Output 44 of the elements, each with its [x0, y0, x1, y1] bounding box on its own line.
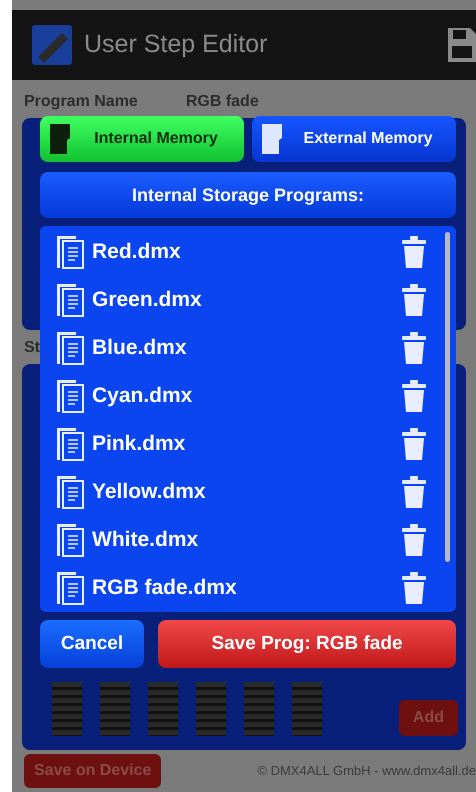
file-icon	[56, 331, 84, 365]
trash-icon[interactable]	[402, 380, 426, 412]
trash-icon[interactable]	[402, 284, 426, 316]
screen-title: User Step Editor	[84, 29, 268, 60]
file-icon	[56, 427, 84, 461]
trash-icon[interactable]	[402, 524, 426, 556]
file-name[interactable]: Cyan.dmx	[92, 380, 402, 412]
file-icon	[56, 235, 84, 269]
file-name[interactable]: RGB fade.dmx	[92, 572, 402, 604]
file-icon	[56, 571, 84, 605]
section-label: St	[24, 339, 40, 356]
trash-icon[interactable]	[402, 332, 426, 364]
trash-icon[interactable]	[402, 236, 426, 268]
fader-drawing	[52, 682, 82, 736]
save-button[interactable]: Save Prog: RGB fade	[158, 620, 456, 668]
fader-drawing	[244, 682, 274, 736]
file-icon	[56, 379, 84, 413]
file-name[interactable]: Green.dmx	[92, 284, 402, 316]
footer-text: © DMX4ALL GmbH - www.dmx4all.de	[257, 762, 476, 780]
file-icon	[56, 475, 84, 509]
field-label: Program Name	[24, 92, 138, 112]
trash-icon[interactable]	[402, 572, 426, 604]
fader-drawing	[148, 682, 178, 736]
fader-drawing	[292, 682, 322, 736]
file-name[interactable]: White.dmx	[92, 524, 402, 556]
trash-icon[interactable]	[402, 428, 426, 460]
file-name[interactable]: Yellow.dmx	[92, 476, 402, 508]
save-icon[interactable]	[448, 28, 476, 62]
file-name[interactable]: Blue.dmx	[92, 332, 402, 364]
file-name[interactable]: Red.dmx	[92, 236, 402, 268]
fader-drawing	[100, 682, 130, 736]
app-logo-icon	[32, 25, 72, 65]
sd-card-icon	[262, 124, 282, 154]
cancel-button[interactable]: Cancel	[40, 620, 144, 668]
program-name-value: RGB fade	[186, 92, 259, 112]
file-icon	[56, 283, 84, 317]
fader-drawing	[196, 682, 226, 736]
file-name[interactable]: Pink.dmx	[92, 428, 402, 460]
trash-icon[interactable]	[402, 476, 426, 508]
list-header-button[interactable]: Internal Storage Programs:	[40, 172, 456, 218]
sd-card-icon	[50, 124, 70, 154]
file-icon	[56, 523, 84, 557]
storage-tab[interactable]: External Memory	[252, 116, 456, 162]
storage-tab[interactable]: Internal Memory	[40, 116, 244, 162]
